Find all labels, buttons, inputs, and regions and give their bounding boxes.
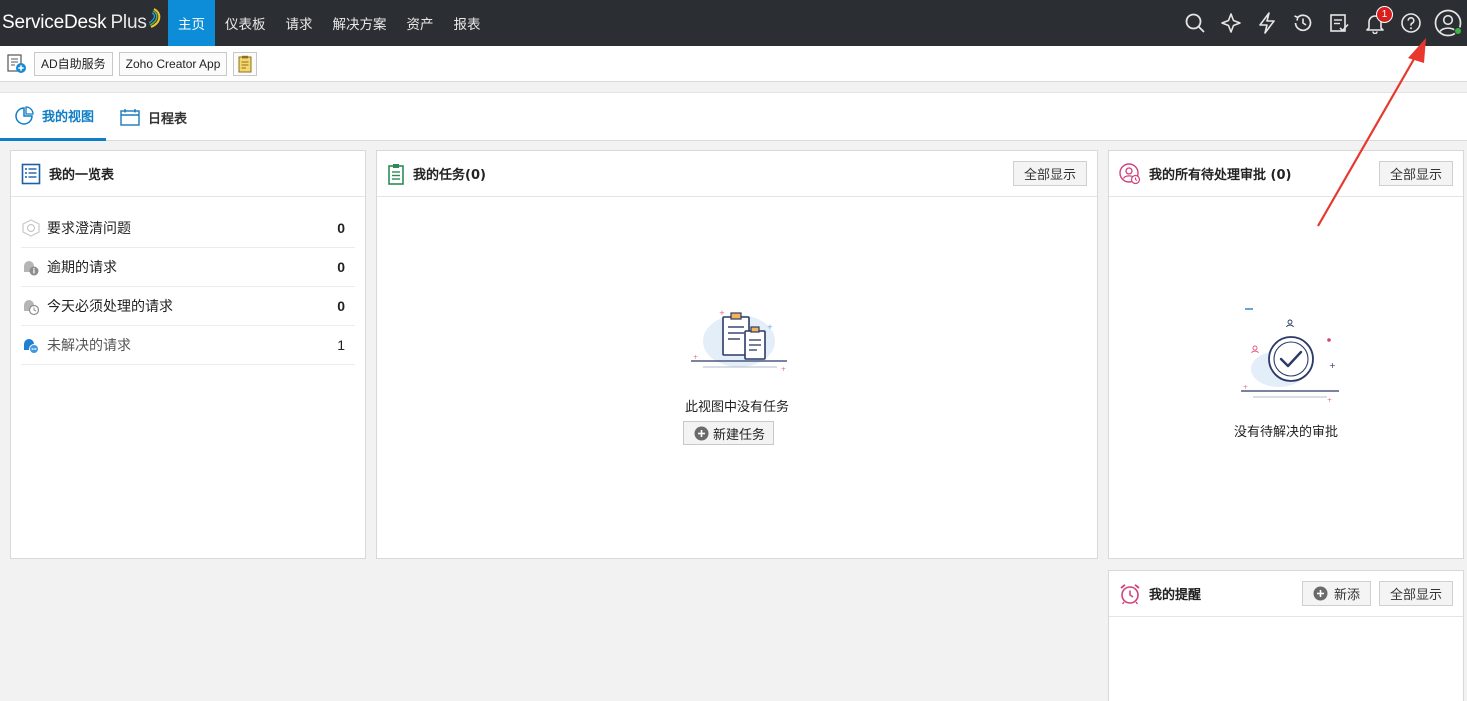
sparkle-icon bbox=[1221, 13, 1241, 33]
tasks-show-all-button[interactable]: 全部显示 bbox=[1012, 161, 1087, 186]
summary-row-count[interactable]: 0 bbox=[337, 298, 345, 314]
summary-panel: 我的一览表 要求澄清问题 0 i 逾期的请求 0 今天必须处理的请求 0 未解决… bbox=[10, 150, 366, 559]
quick-links-bar: AD自助服务 Zoho Creator App bbox=[0, 46, 1467, 82]
svg-text:+: + bbox=[767, 323, 773, 331]
new-task-label: 新建任务 bbox=[713, 427, 766, 443]
reminders-panel: 我的提醒 新添 全部显示 bbox=[1108, 570, 1464, 701]
reminders-panel-title: 我的提醒 bbox=[1149, 588, 1202, 603]
summary-row-due-today[interactable]: 今天必须处理的请求 0 bbox=[21, 287, 355, 326]
svg-text:+: + bbox=[693, 354, 698, 361]
reminders-show-all-button[interactable]: 全部显示 bbox=[1378, 581, 1453, 606]
main-nav: 主页 仪表板 请求 解决方案 资产 报表 bbox=[168, 0, 491, 46]
svg-text:+: + bbox=[1327, 397, 1332, 403]
notes-button[interactable] bbox=[233, 51, 258, 76]
approvals-panel-title: 我的所有待处理审批 (0) bbox=[1149, 168, 1292, 183]
summary-row-unresolved[interactable]: 未解决的请求 1 bbox=[21, 326, 355, 365]
plus-circle-icon bbox=[694, 426, 709, 440]
svg-text:+: + bbox=[781, 366, 786, 373]
approval-user-icon bbox=[1119, 162, 1141, 184]
tab-my-view-label: 我的视图 bbox=[42, 110, 95, 125]
new-task-button[interactable]: 新建任务 bbox=[683, 421, 775, 445]
empty-tasks-illustration: + + + + bbox=[691, 309, 787, 373]
nav-assets[interactable]: 资产 bbox=[397, 0, 444, 46]
logo-swirl-icon bbox=[148, 8, 160, 28]
summary-row-count[interactable]: 0 bbox=[337, 220, 345, 236]
clarification-icon bbox=[22, 219, 40, 237]
app-logo[interactable]: ServiceDesk Plus bbox=[0, 0, 168, 46]
online-status-dot bbox=[1454, 27, 1462, 35]
top-bar: ServiceDesk Plus 主页 仪表板 请求 解决方案 资产 报表 1 bbox=[0, 0, 1467, 46]
notification-count-badge: 1 bbox=[1376, 6, 1393, 23]
summary-row-count[interactable]: 1 bbox=[337, 337, 345, 353]
tasks-panel-header: 我的任务(0) 全部显示 bbox=[377, 151, 1097, 197]
summary-row-label: 逾期的请求 bbox=[47, 260, 117, 276]
ad-self-service-button[interactable]: AD自助服务 bbox=[34, 51, 113, 76]
nav-requests[interactable]: 请求 bbox=[276, 0, 323, 46]
svg-text:i: i bbox=[33, 268, 35, 276]
add-reminder-label: 新添 bbox=[1333, 588, 1360, 603]
summary-row-label: 要求澄清问题 bbox=[47, 221, 131, 237]
overdue-icon: i bbox=[24, 261, 39, 276]
tasks-panel: 我的任务(0) 全部显示 + + + + 此视图中没有任务 新建任务 bbox=[376, 150, 1098, 559]
app-name-plus: Plus bbox=[110, 12, 147, 33]
nav-dashboard[interactable]: 仪表板 bbox=[215, 0, 276, 46]
empty-approvals-illustration: + + + bbox=[1241, 308, 1339, 403]
ai-assistant-button[interactable] bbox=[1213, 0, 1249, 46]
nav-reports[interactable]: 报表 bbox=[444, 0, 491, 46]
tab-schedule[interactable]: 日程表 bbox=[106, 93, 199, 141]
add-reminder-button[interactable]: 新添 bbox=[1301, 581, 1371, 606]
svg-text:+: + bbox=[719, 309, 725, 317]
quick-actions-button[interactable] bbox=[1249, 0, 1285, 46]
unresolved-icon bbox=[24, 339, 39, 354]
view-tabs: 我的视图 日程表 bbox=[0, 92, 1467, 141]
summary-row-clarification[interactable]: 要求澄清问题 0 bbox=[21, 209, 355, 248]
calendar-icon bbox=[120, 109, 140, 126]
lightning-icon bbox=[1259, 12, 1275, 34]
reminders-panel-header: 我的提醒 新添 全部显示 bbox=[1109, 571, 1463, 617]
nav-solutions[interactable]: 解决方案 bbox=[323, 0, 397, 46]
nav-home[interactable]: 主页 bbox=[168, 0, 215, 46]
search-button[interactable] bbox=[1177, 0, 1213, 46]
svg-text:+: + bbox=[1329, 361, 1336, 370]
tasks-panel-title: 我的任务(0) bbox=[413, 168, 486, 183]
tab-my-view[interactable]: 我的视图 bbox=[0, 93, 107, 141]
search-icon bbox=[1185, 13, 1205, 33]
due-today-icon bbox=[24, 300, 40, 316]
summary-row-overdue[interactable]: i 逾期的请求 0 bbox=[21, 248, 355, 287]
zoho-creator-button[interactable]: Zoho Creator App bbox=[118, 51, 228, 76]
tab-schedule-label: 日程表 bbox=[148, 111, 188, 127]
summary-panel-header: 我的一览表 bbox=[11, 151, 365, 197]
list-icon bbox=[21, 163, 41, 184]
svg-text:+: + bbox=[1243, 384, 1248, 391]
app-name: ServiceDesk bbox=[2, 12, 107, 33]
approvals-empty-message: 没有待解决的审批 bbox=[1234, 425, 1339, 440]
clipboard-icon bbox=[388, 163, 404, 185]
summary-panel-title: 我的一览表 bbox=[49, 168, 115, 183]
new-request-button[interactable] bbox=[6, 52, 28, 76]
plus-circle-icon bbox=[1313, 586, 1328, 601]
notepad-icon bbox=[238, 55, 252, 72]
annotation-arrow bbox=[1317, 38, 1426, 227]
summary-row-label: 今天必须处理的请求 bbox=[47, 299, 173, 315]
summary-row-count[interactable]: 0 bbox=[337, 259, 345, 275]
summary-row-label: 未解决的请求 bbox=[47, 338, 131, 354]
new-request-icon bbox=[7, 53, 26, 73]
alarm-clock-icon bbox=[1120, 583, 1140, 604]
tasks-empty-message: 此视图中没有任务 bbox=[685, 400, 790, 415]
pie-chart-icon bbox=[15, 105, 34, 125]
